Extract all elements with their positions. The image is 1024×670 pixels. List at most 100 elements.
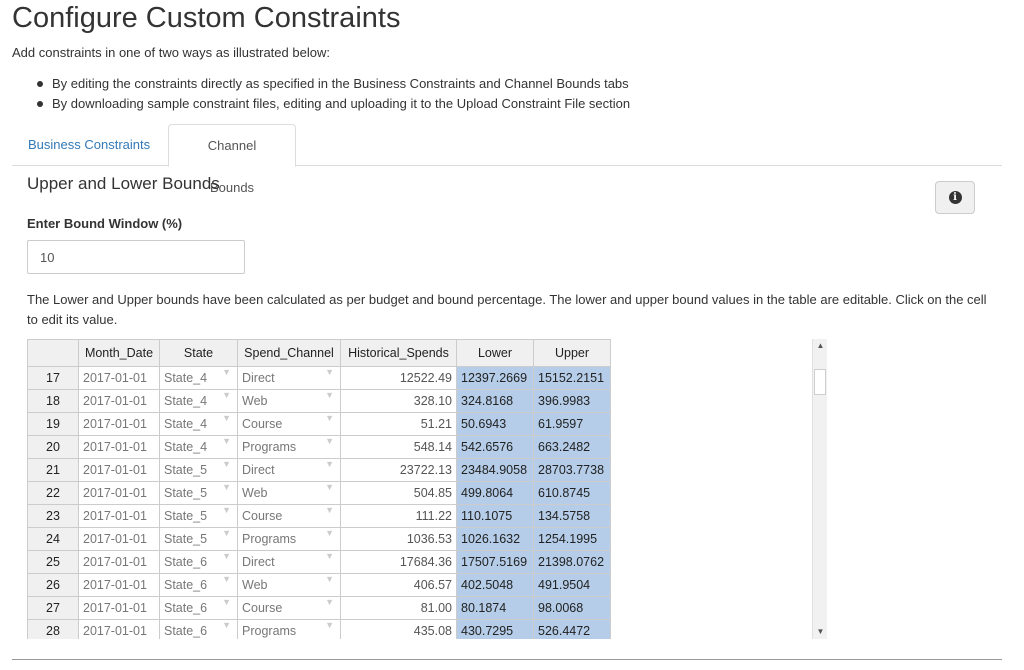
cell-spend-channel[interactable]: Programs ▼	[237, 435, 341, 459]
cell-month-date[interactable]: 2017-01-01	[78, 619, 160, 639]
cell-spend-channel[interactable]: Direct ▼	[237, 458, 341, 482]
cell-upper[interactable]: 396.9983	[533, 389, 611, 413]
cell-historical-spends[interactable]: 17684.36	[340, 550, 457, 574]
dropdown-arrow-icon[interactable]: ▼	[222, 574, 231, 584]
cell-lower[interactable]: 110.1075	[456, 504, 534, 528]
cell-upper[interactable]: 134.5758	[533, 504, 611, 528]
cell-month-date[interactable]: 2017-01-01	[78, 596, 160, 620]
dropdown-arrow-icon[interactable]: ▼	[325, 574, 334, 584]
bound-window-input[interactable]	[27, 240, 245, 274]
cell-spend-channel[interactable]: Direct ▼	[237, 366, 341, 390]
column-header-upper[interactable]: Upper	[533, 339, 611, 367]
column-header-lower[interactable]: Lower	[456, 339, 534, 367]
dropdown-arrow-icon[interactable]: ▼	[325, 551, 334, 561]
dropdown-arrow-icon[interactable]: ▼	[222, 367, 231, 377]
cell-upper[interactable]: 61.9597	[533, 412, 611, 436]
cell-state[interactable]: State_6 ▼	[159, 596, 238, 620]
cell-historical-spends[interactable]: 111.22	[340, 504, 457, 528]
cell-spend-channel[interactable]: Programs ▼	[237, 527, 341, 551]
cell-historical-spends[interactable]: 23722.13	[340, 458, 457, 482]
cell-month-date[interactable]: 2017-01-01	[78, 458, 160, 482]
dropdown-arrow-icon[interactable]: ▼	[222, 505, 231, 515]
cell-spend-channel[interactable]: Web ▼	[237, 481, 341, 505]
scroll-up-arrow-icon[interactable]: ▲	[813, 339, 828, 353]
cell-historical-spends[interactable]: 12522.49	[340, 366, 457, 390]
cell-upper[interactable]: 28703.7738	[533, 458, 611, 482]
cell-spend-channel[interactable]: Programs ▼	[237, 619, 341, 639]
cell-lower[interactable]: 80.1874	[456, 596, 534, 620]
dropdown-arrow-icon[interactable]: ▼	[325, 459, 334, 469]
column-header-state[interactable]: State	[159, 339, 238, 367]
cell-upper[interactable]: 21398.0762	[533, 550, 611, 574]
cell-month-date[interactable]: 2017-01-01	[78, 573, 160, 597]
cell-lower[interactable]: 23484.9058	[456, 458, 534, 482]
cell-month-date[interactable]: 2017-01-01	[78, 389, 160, 413]
dropdown-arrow-icon[interactable]: ▼	[222, 597, 231, 607]
info-button[interactable]: i	[935, 181, 975, 214]
cell-historical-spends[interactable]: 504.85	[340, 481, 457, 505]
cell-state[interactable]: State_5 ▼	[159, 481, 238, 505]
cell-state[interactable]: State_5 ▼	[159, 504, 238, 528]
cell-historical-spends[interactable]: 548.14	[340, 435, 457, 459]
dropdown-arrow-icon[interactable]: ▼	[325, 482, 334, 492]
column-header-historical-spends[interactable]: Historical_Spends	[340, 339, 457, 367]
cell-historical-spends[interactable]: 328.10	[340, 389, 457, 413]
dropdown-arrow-icon[interactable]: ▼	[222, 436, 231, 446]
dropdown-arrow-icon[interactable]: ▼	[222, 459, 231, 469]
cell-historical-spends[interactable]: 51.21	[340, 412, 457, 436]
cell-spend-channel[interactable]: Web ▼	[237, 389, 341, 413]
cell-month-date[interactable]: 2017-01-01	[78, 435, 160, 459]
cell-historical-spends[interactable]: 435.08	[340, 619, 457, 639]
cell-month-date[interactable]: 2017-01-01	[78, 504, 160, 528]
cell-lower[interactable]: 430.7295	[456, 619, 534, 639]
cell-spend-channel[interactable]: Course ▼	[237, 504, 341, 528]
cell-state[interactable]: State_4 ▼	[159, 435, 238, 459]
cell-upper[interactable]: 1254.1995	[533, 527, 611, 551]
cell-state[interactable]: State_4 ▼	[159, 366, 238, 390]
cell-state[interactable]: State_6 ▼	[159, 619, 238, 639]
cell-state[interactable]: State_5 ▼	[159, 527, 238, 551]
cell-lower[interactable]: 499.8064	[456, 481, 534, 505]
cell-spend-channel[interactable]: Course ▼	[237, 596, 341, 620]
cell-upper[interactable]: 15152.2151	[533, 366, 611, 390]
cell-month-date[interactable]: 2017-01-01	[78, 527, 160, 551]
grid-scrollbar[interactable]: ▲ ▼	[812, 339, 827, 639]
dropdown-arrow-icon[interactable]: ▼	[325, 390, 334, 400]
scroll-thumb[interactable]	[814, 369, 826, 395]
dropdown-arrow-icon[interactable]: ▼	[325, 367, 334, 377]
cell-month-date[interactable]: 2017-01-01	[78, 550, 160, 574]
dropdown-arrow-icon[interactable]: ▼	[325, 436, 334, 446]
dropdown-arrow-icon[interactable]: ▼	[222, 482, 231, 492]
cell-upper[interactable]: 610.8745	[533, 481, 611, 505]
cell-state[interactable]: State_6 ▼	[159, 550, 238, 574]
dropdown-arrow-icon[interactable]: ▼	[325, 597, 334, 607]
cell-lower[interactable]: 50.6943	[456, 412, 534, 436]
cell-spend-channel[interactable]: Direct ▼	[237, 550, 341, 574]
cell-lower[interactable]: 324.8168	[456, 389, 534, 413]
cell-upper[interactable]: 663.2482	[533, 435, 611, 459]
tab-channel-bounds[interactable]: Channel Bounds	[168, 124, 296, 195]
cell-lower[interactable]: 1026.1632	[456, 527, 534, 551]
dropdown-arrow-icon[interactable]: ▼	[222, 620, 231, 630]
cell-lower[interactable]: 542.6576	[456, 435, 534, 459]
cell-upper[interactable]: 526.4472	[533, 619, 611, 639]
dropdown-arrow-icon[interactable]: ▼	[222, 413, 231, 423]
cell-state[interactable]: State_4 ▼	[159, 412, 238, 436]
cell-upper[interactable]: 98.0068	[533, 596, 611, 620]
dropdown-arrow-icon[interactable]: ▼	[325, 528, 334, 538]
cell-spend-channel[interactable]: Web ▼	[237, 573, 341, 597]
dropdown-arrow-icon[interactable]: ▼	[222, 528, 231, 538]
cell-state[interactable]: State_4 ▼	[159, 389, 238, 413]
cell-month-date[interactable]: 2017-01-01	[78, 412, 160, 436]
column-header-spend-channel[interactable]: Spend_Channel	[237, 339, 341, 367]
cell-upper[interactable]: 491.9504	[533, 573, 611, 597]
cell-state[interactable]: State_5 ▼	[159, 458, 238, 482]
cell-lower[interactable]: 402.5048	[456, 573, 534, 597]
cell-state[interactable]: State_6 ▼	[159, 573, 238, 597]
scroll-down-arrow-icon[interactable]: ▼	[813, 625, 828, 639]
cell-lower[interactable]: 12397.2669	[456, 366, 534, 390]
cell-month-date[interactable]: 2017-01-01	[78, 366, 160, 390]
cell-historical-spends[interactable]: 81.00	[340, 596, 457, 620]
cell-month-date[interactable]: 2017-01-01	[78, 481, 160, 505]
dropdown-arrow-icon[interactable]: ▼	[325, 413, 334, 423]
